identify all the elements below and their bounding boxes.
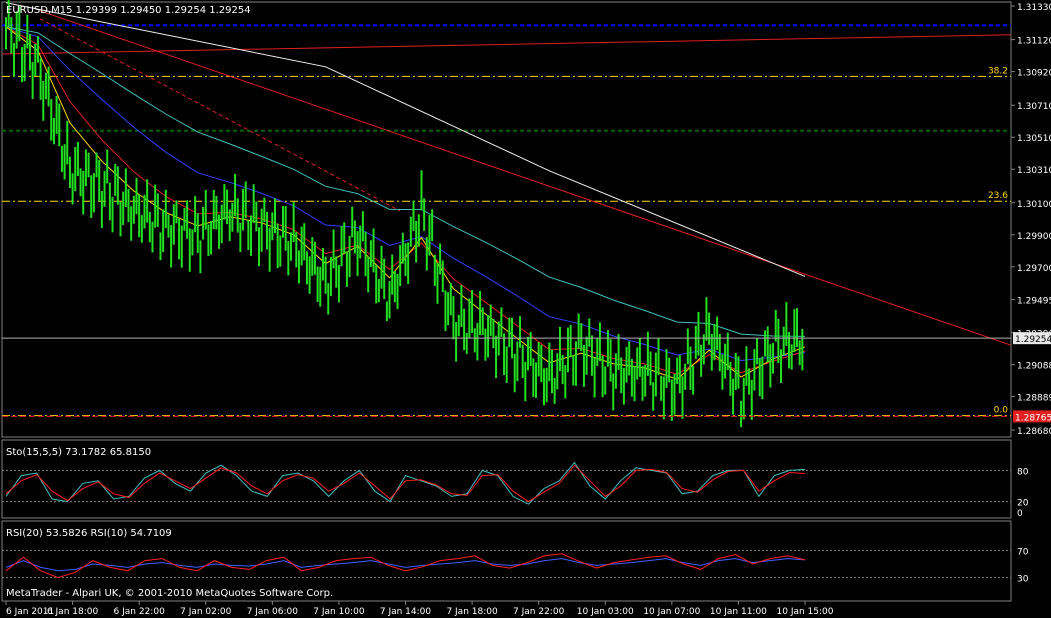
y-tick-label: 1.29088 — [1017, 362, 1051, 372]
y-tick-label: 1.29495 — [1017, 297, 1051, 307]
x-tick-label: 6 Jan 22:00 — [114, 607, 166, 617]
y-tick-label: 1.31120 — [1017, 37, 1051, 47]
chart-root: 38.2 23.6 0.0 1.31330 1.31120 1.30920 1.30710… — [0, 0, 1051, 618]
y-tick-label: 1.31330 — [1017, 3, 1051, 13]
current-price-label: 1.29254 — [1015, 335, 1051, 345]
stochastic-y-tick-label: 0 — [1017, 509, 1023, 519]
y-tick-label: 1.29700 — [1017, 264, 1051, 274]
x-tick-label: 7 Jan 02:00 — [180, 607, 232, 617]
stochastic-y-tick-label: 80 — [1017, 467, 1029, 477]
x-tick-label: 7 Jan 22:00 — [513, 607, 565, 617]
fib-level-label: 23.6 — [988, 191, 1008, 201]
y-tick-label: 1.30710 — [1017, 102, 1051, 112]
stochastic-title: Sto(15,5,5) 73.1782 65.8150 — [6, 447, 151, 458]
footer-copyright: MetaTrader - Alpari UK, © 2001-2010 Meta… — [6, 588, 333, 599]
bid-price-label: 1.28765 — [1015, 413, 1051, 423]
stochastic-y-tick-label: 20 — [1017, 499, 1029, 509]
fib-level-label: 0.0 — [994, 406, 1009, 416]
x-tick-label: 7 Jan 06:00 — [247, 607, 299, 617]
y-tick-label: 1.30510 — [1017, 134, 1051, 144]
y-tick-label: 1.29900 — [1017, 232, 1051, 242]
y-tick-label: 1.28680 — [1017, 427, 1051, 437]
x-tick-label: 7 Jan 18:00 — [446, 607, 498, 617]
y-tick-label: 1.30310 — [1017, 166, 1051, 176]
rsi-y-tick-label: 70 — [1017, 547, 1029, 557]
x-tick-label: 10 Jan 03:00 — [577, 607, 634, 617]
x-tick-label: 10 Jan 07:00 — [643, 607, 700, 617]
background — [0, 0, 1051, 618]
x-tick-label: 10 Jan 15:00 — [777, 607, 834, 617]
x-tick-label: 7 Jan 14:00 — [380, 607, 432, 617]
rsi-y-tick-label: 30 — [1017, 575, 1029, 585]
y-tick-label: 1.30100 — [1017, 200, 1051, 210]
chart-title: EURUSD,M15 1.29399 1.29450 1.29254 1.292… — [6, 5, 251, 16]
x-tick-label: 6 Jan 18:00 — [47, 607, 99, 617]
fib-level-label: 38.2 — [988, 66, 1008, 76]
y-tick-label: 1.28889 — [1017, 394, 1051, 404]
x-tick-label: 10 Jan 11:00 — [710, 607, 767, 617]
x-tick-label: 7 Jan 10:00 — [313, 607, 365, 617]
rsi-title: RSI(20) 53.5826 RSI(10) 54.7109 — [6, 528, 172, 539]
y-tick-label: 1.30920 — [1017, 69, 1051, 79]
